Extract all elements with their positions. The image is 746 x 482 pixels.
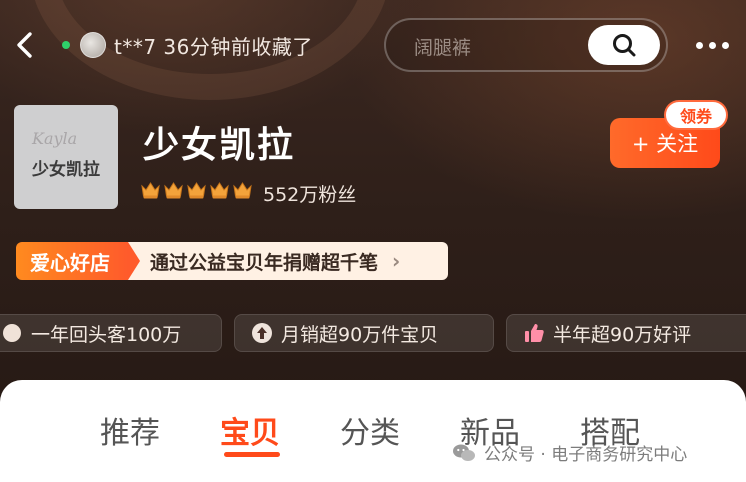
charity-tag: 爱心好店 <box>16 242 140 280</box>
visitor-avatar <box>80 32 106 58</box>
chip-good-reviews[interactable]: 半年超90万好评 <box>506 314 746 352</box>
store-name[interactable]: 少女凯拉 <box>143 116 295 168</box>
crown-icon <box>233 182 252 199</box>
back-arrow-icon[interactable] <box>10 28 40 62</box>
chip-label: 半年超90万好评 <box>553 323 692 346</box>
repeat-customer-icon <box>3 324 21 342</box>
online-dot-icon <box>62 41 70 49</box>
chip-label: 月销超90万件宝贝 <box>281 323 439 346</box>
search-placeholder: 阔腿裤 <box>414 37 472 59</box>
thumbs-up-icon <box>525 324 544 342</box>
search-icon <box>613 34 636 57</box>
chevron-right-icon: › <box>392 249 401 273</box>
more-options-icon[interactable] <box>696 38 732 52</box>
charity-description: 通过公益宝贝年捐赠超千笔 › <box>128 242 448 280</box>
active-tab-indicator <box>224 452 280 457</box>
watermark: 公众号 · 电子商务研究中心 <box>452 440 687 465</box>
search-bar[interactable]: 阔腿裤 <box>384 18 668 72</box>
chip-repeat-customers[interactable]: 一年回头客100万 <box>0 314 222 352</box>
crown-icon <box>187 182 206 199</box>
tab-categories[interactable]: 分类 <box>340 408 400 452</box>
visitor-text: t**7 36分钟前收藏了 <box>114 34 313 59</box>
charity-text: 通过公益宝贝年捐赠超千笔 <box>150 251 379 274</box>
crown-icon <box>164 182 183 199</box>
fan-count: 552万粉丝 <box>263 184 357 206</box>
logo-store-name: 少女凯拉 <box>32 160 100 180</box>
store-rating-crowns <box>140 180 253 200</box>
crown-icon <box>141 182 160 199</box>
arrow-up-icon <box>252 323 272 343</box>
search-button[interactable] <box>588 25 660 65</box>
wechat-icon <box>453 444 475 461</box>
tab-recommend[interactable]: 推荐 <box>100 408 160 452</box>
logo-script-text: Kayla <box>32 129 78 148</box>
charity-banner[interactable]: 爱心好店 通过公益宝贝年捐赠超千笔 › <box>16 242 448 280</box>
chip-label: 一年回头客100万 <box>31 323 182 346</box>
recent-visitor-notice: t**7 36分钟前收藏了 <box>52 24 313 66</box>
tab-panel: 推荐 宝贝 分类 新品 搭配 <box>0 380 746 482</box>
watermark-text: 公众号 · 电子商务研究中心 <box>484 445 688 465</box>
store-logo[interactable]: Kayla 少女凯拉 <box>14 105 118 209</box>
chip-monthly-sales[interactable]: 月销超90万件宝贝 <box>234 314 494 352</box>
tab-items[interactable]: 宝贝 <box>220 408 280 452</box>
crown-icon <box>210 182 229 199</box>
coupon-badge[interactable]: 领券 <box>664 100 728 130</box>
